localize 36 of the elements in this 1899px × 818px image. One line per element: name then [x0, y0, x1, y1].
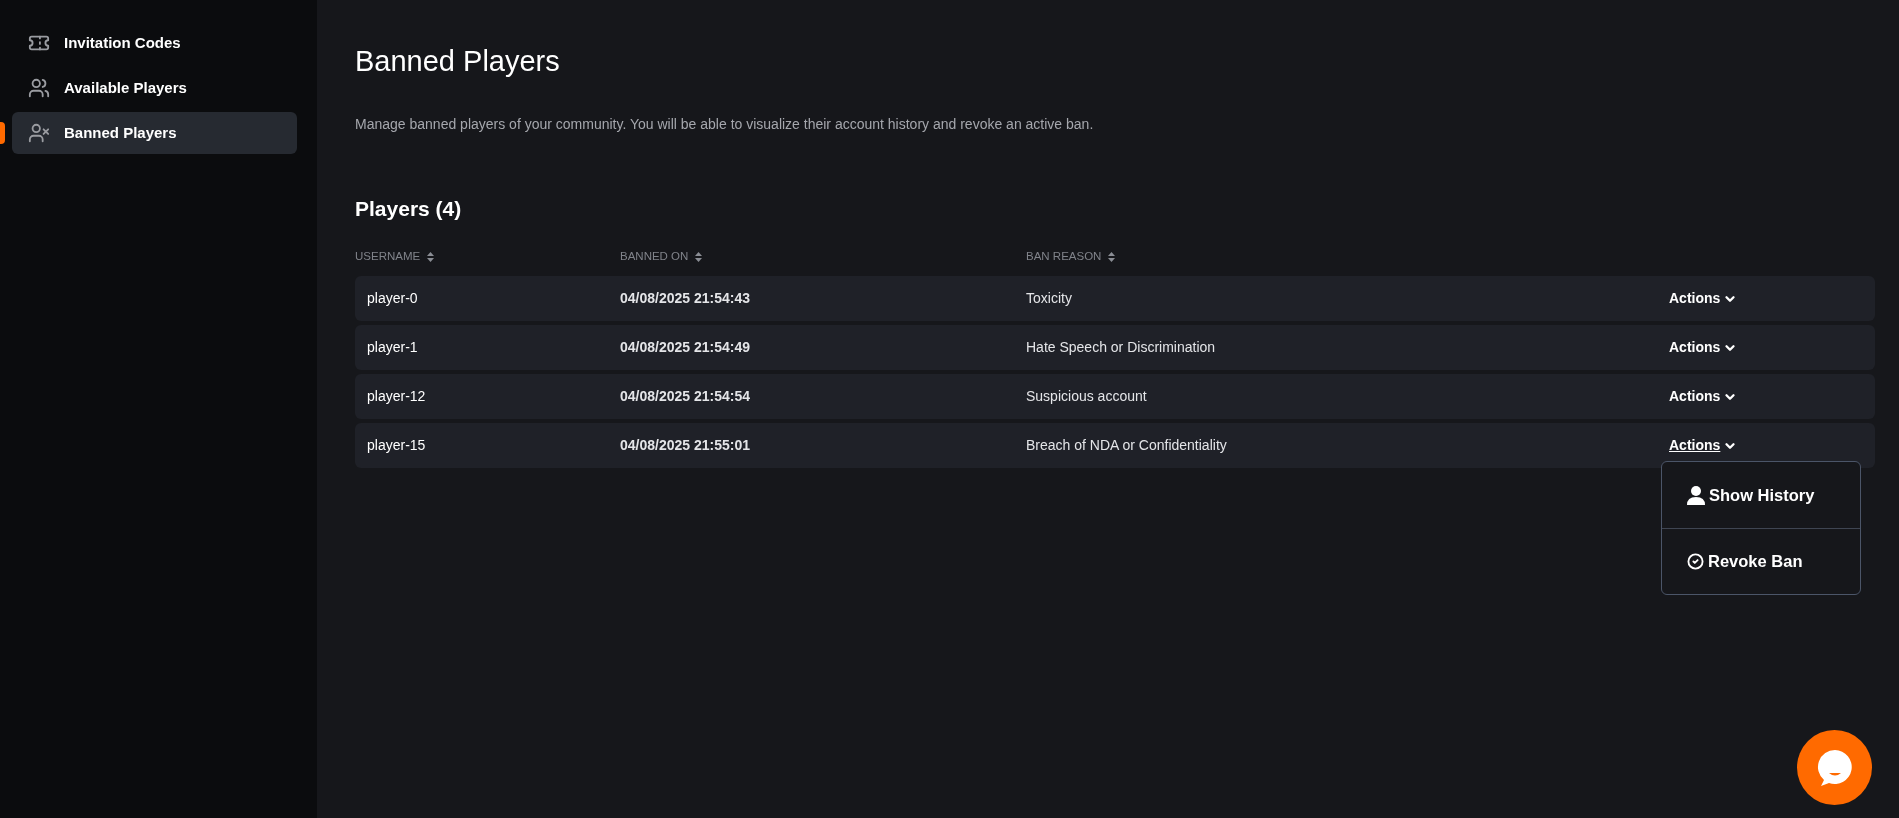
- person-icon: [1687, 485, 1705, 505]
- page-title: Banned Players: [355, 44, 560, 79]
- sort-icon[interactable]: [1108, 252, 1116, 262]
- table-cell-text: 04/08/2025 21:54:54: [620, 387, 751, 406]
- menu-item[interactable]: Revoke Ban: [1687, 549, 1803, 574]
- table-cell-text: 04/08/2025 21:54:43: [620, 289, 751, 308]
- sidebar-item[interactable]: Invitation Codes: [12, 22, 297, 64]
- table-cell-text: player-12: [367, 387, 427, 406]
- page-description: Manage banned players of your community. You will be able to visualize their account history and revoke an active ban.: [355, 114, 1094, 134]
- sidebar-item[interactable]: Available Players: [12, 67, 297, 109]
- table-cell-text: Hate Speech or Discrimination: [1026, 338, 1217, 357]
- people-icon: [28, 77, 50, 99]
- column-header: USERNAME: [355, 249, 421, 265]
- table-cell-text: Suspicious account: [1026, 387, 1148, 406]
- check-circle-icon: [1687, 553, 1704, 570]
- column-header: BANNED ON: [620, 249, 689, 265]
- table-cell-text: Breach of NDA or Confidentiality: [1026, 436, 1228, 455]
- sidebar-item[interactable]: Banned Players: [12, 112, 297, 154]
- table-cell-text: 04/08/2025 21:55:01: [620, 436, 751, 455]
- table-cell-text: player-0: [367, 289, 419, 308]
- active-indicator: [0, 122, 5, 144]
- section-title: Players (4): [355, 195, 462, 222]
- table-cell-text: 04/08/2025 21:54:49: [620, 338, 751, 357]
- actions-button[interactable]: Actions: [1669, 435, 1738, 456]
- table-cell-text: Toxicity: [1026, 289, 1073, 308]
- actions-button[interactable]: Actions: [1669, 288, 1738, 309]
- table-cell-text: player-1: [367, 338, 419, 357]
- sort-icon[interactable]: [695, 252, 703, 262]
- person-crossed-icon: [28, 122, 50, 144]
- menu-item[interactable]: Show History: [1687, 482, 1815, 508]
- actions-button[interactable]: Actions: [1669, 386, 1738, 407]
- column-header: BAN REASON: [1026, 249, 1102, 265]
- chat-bubble-icon: [1816, 748, 1853, 787]
- sort-icon[interactable]: [427, 252, 435, 262]
- actions-button[interactable]: Actions: [1669, 337, 1738, 358]
- table-cell-text: player-15: [367, 436, 427, 455]
